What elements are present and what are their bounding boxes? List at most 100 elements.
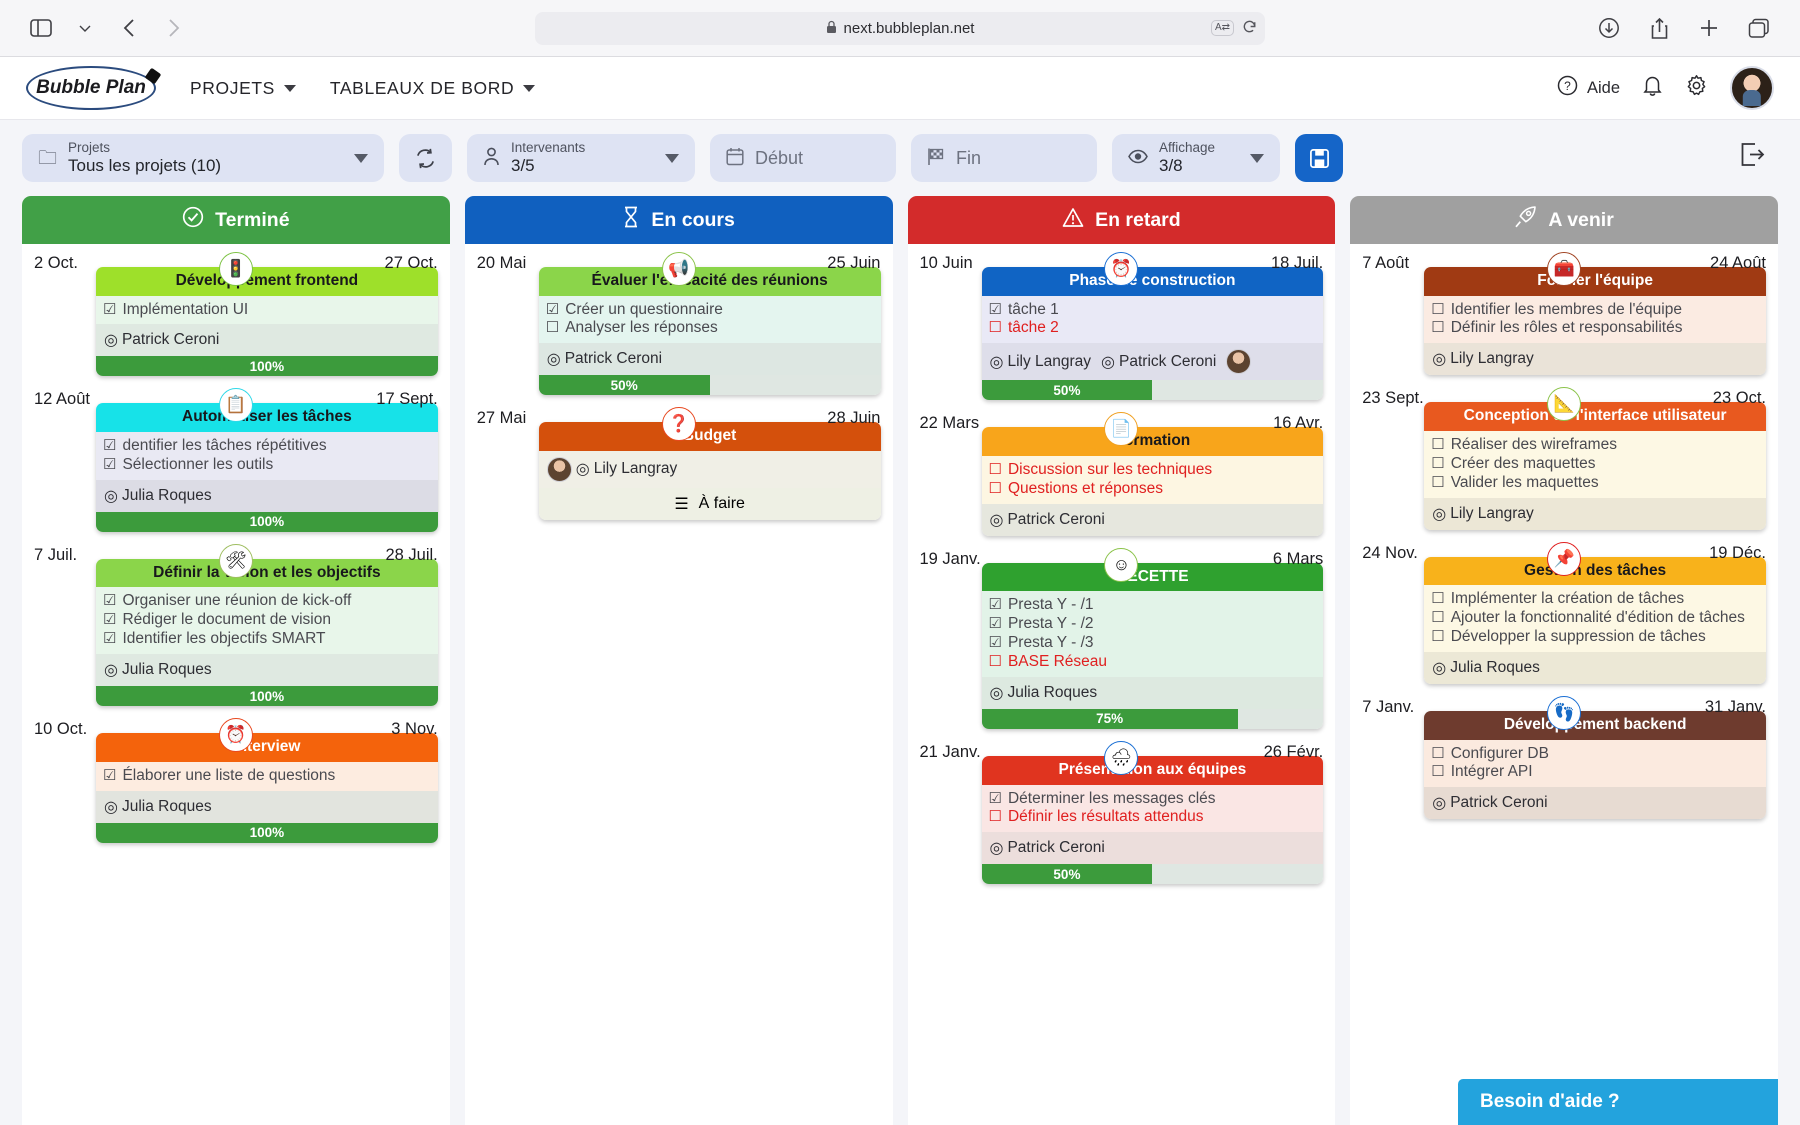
footprints-icon[interactable]: 👣 bbox=[1547, 695, 1582, 730]
checkbox-checked-icon[interactable]: ☑ bbox=[989, 634, 1002, 651]
checkbox-checked-icon[interactable]: ☑ bbox=[103, 456, 116, 473]
checklist-item[interactable]: ☑ Organiser une réunion de kick-off bbox=[103, 592, 431, 611]
checkbox-checked-icon[interactable]: ☑ bbox=[989, 301, 1002, 318]
assignee[interactable]: ◎ Lily Langray bbox=[1432, 349, 1534, 369]
checkbox-empty-icon[interactable]: ☐ bbox=[1431, 609, 1444, 626]
checkbox-checked-icon[interactable]: ☑ bbox=[103, 301, 116, 318]
pushpin-icon[interactable]: 📌 bbox=[1547, 541, 1582, 576]
assignee[interactable]: ◎ Julia Roques bbox=[990, 683, 1098, 703]
task-card[interactable]: RECETTE ☑ Presta Y - /1 ☑ Presta Y - /2 ☑ Pres… bbox=[981, 562, 1324, 729]
assignee[interactable]: ◎ Patrick Ceroni bbox=[547, 349, 662, 369]
filter-affichage[interactable]: Affichage 3/8 bbox=[1112, 134, 1280, 182]
plus-icon[interactable] bbox=[1690, 11, 1728, 45]
reload-icon[interactable] bbox=[1242, 19, 1257, 38]
checkbox-empty-icon[interactable]: ☐ bbox=[1431, 436, 1444, 453]
assignee-avatar[interactable] bbox=[1226, 349, 1252, 375]
help-widget[interactable]: Besoin d'aide ? bbox=[1458, 1079, 1778, 1125]
checkbox-checked-icon[interactable]: ☑ bbox=[989, 596, 1002, 613]
assignee[interactable]: ◎ Patrick Ceroni bbox=[1432, 793, 1547, 813]
checklist-item[interactable]: ☑ dentifier les tâches répétitives bbox=[103, 437, 431, 456]
checkbox-checked-icon[interactable]: ☑ bbox=[989, 615, 1002, 632]
smiley-icon[interactable]: ☺ bbox=[1104, 547, 1139, 582]
checklist-item[interactable]: ☐ Configurer DB bbox=[1431, 745, 1759, 764]
task-card[interactable]: Présentation aux équipes ☑ Déterminer les … bbox=[981, 755, 1324, 885]
checkbox-empty-icon[interactable]: ☐ bbox=[989, 653, 1002, 670]
forward-arrow-icon[interactable] bbox=[154, 11, 192, 45]
task-card[interactable]: Former l'équipe ☐ Identifier les membres d… bbox=[1424, 266, 1766, 376]
column-header-en-retard[interactable]: En retard bbox=[907, 196, 1336, 244]
task-card[interactable]: Évaluer l'efficacité des réunions ☑ Créer … bbox=[538, 266, 881, 396]
task-card[interactable]: Développement backend ☐ Configurer DB ☐ Inté… bbox=[1424, 710, 1766, 820]
checkbox-empty-icon[interactable]: ☐ bbox=[989, 461, 1002, 478]
assignee[interactable]: ◎ Patrick Ceroni bbox=[990, 838, 1105, 858]
filter-debut[interactable]: Début bbox=[710, 134, 896, 182]
tools-icon[interactable]: 🛠 bbox=[218, 543, 253, 578]
checkbox-checked-icon[interactable]: ☑ bbox=[103, 630, 116, 647]
checkbox-empty-icon[interactable]: ☐ bbox=[1431, 745, 1444, 762]
assignee[interactable]: ◎ Patrick Ceroni bbox=[990, 510, 1105, 530]
download-icon[interactable] bbox=[1590, 11, 1628, 45]
question-mark-icon[interactable]: ❓ bbox=[661, 407, 696, 442]
assignee[interactable]: ◎ Lily Langray bbox=[990, 352, 1092, 372]
sidebar-toggle-icon[interactable] bbox=[22, 11, 60, 45]
checklist-item[interactable]: ☐ Discussion sur les techniques bbox=[989, 461, 1317, 480]
checklist-item[interactable]: ☑ Créer un questionnaire bbox=[546, 301, 874, 320]
filter-projets[interactable]: 🗀 Projets Tous les projets (10) bbox=[22, 134, 384, 182]
checkbox-empty-icon[interactable]: ☐ bbox=[1431, 628, 1444, 645]
column-header-a-venir[interactable]: A venir bbox=[1350, 196, 1778, 244]
checklist-item[interactable]: ☐ Ajouter la fonctionnalité d'édition de … bbox=[1431, 609, 1759, 628]
task-card[interactable]: Automatiser les tâches ☑ dentifier les tâc… bbox=[96, 403, 438, 532]
checklist-item[interactable]: ☐ BASE Réseau bbox=[989, 653, 1317, 672]
task-card[interactable]: Budget ◎ Lily Langray ☰ À faire bbox=[538, 422, 881, 520]
back-arrow-icon[interactable] bbox=[110, 11, 148, 45]
assignee[interactable]: ◎ Julia Roques bbox=[1432, 658, 1540, 678]
column-header-en-cours[interactable]: En cours bbox=[464, 196, 893, 244]
checklist-item[interactable]: ☑ tâche 1 bbox=[989, 301, 1317, 320]
task-status-row[interactable]: ☰ À faire bbox=[538, 487, 881, 520]
column-header-termine[interactable]: Terminé bbox=[22, 196, 450, 244]
assignee[interactable]: ◎ Julia Roques bbox=[104, 486, 212, 506]
checklist-item[interactable]: ☑ Sélectionner les outils bbox=[103, 456, 431, 475]
bell-icon[interactable] bbox=[1642, 74, 1663, 102]
checklist-item[interactable]: ☐ Implémenter la création de tâches bbox=[1431, 590, 1759, 609]
assignee[interactable]: ◎ Lily Langray bbox=[1432, 504, 1534, 524]
ruler-pencil-icon[interactable]: 📐 bbox=[1547, 387, 1582, 422]
checklist-item[interactable]: ☑ Presta Y - /1 bbox=[989, 596, 1317, 615]
checklist-item[interactable]: ☐ Définir les résultats attendus bbox=[989, 808, 1317, 827]
checklist-item[interactable]: ☐ Intégrer API bbox=[1431, 763, 1759, 782]
checkbox-checked-icon[interactable]: ☑ bbox=[103, 592, 116, 609]
checklist-item[interactable]: ☐ Valider les maquettes bbox=[1431, 474, 1759, 493]
checklist-item[interactable]: ☑ Identifier les objectifs SMART bbox=[103, 630, 431, 649]
task-card[interactable]: Développement frontend ☑ Implémentation UI… bbox=[96, 266, 438, 377]
assignee[interactable]: ◎ Patrick Ceroni bbox=[1101, 352, 1216, 372]
checklist-item[interactable]: ☑ Élaborer une liste de questions bbox=[103, 767, 431, 786]
checkbox-empty-icon[interactable]: ☐ bbox=[989, 808, 1002, 825]
checkbox-checked-icon[interactable]: ☑ bbox=[546, 301, 559, 318]
filter-intervenants[interactable]: Intervenants 3/5 bbox=[467, 134, 695, 182]
checklist-item[interactable]: ☐ Créer des maquettes bbox=[1431, 455, 1759, 474]
task-card[interactable]: Phase de construction ☑ tâche 1 ☐ tâche 2 ◎ Li… bbox=[981, 266, 1324, 401]
task-card[interactable]: Gestion des tâches ☐ Implémenter la créati… bbox=[1424, 556, 1766, 684]
checkbox-checked-icon[interactable]: ☑ bbox=[103, 611, 116, 628]
translate-icon[interactable]: A⇄ bbox=[1210, 20, 1234, 36]
address-bar[interactable]: next.bubbleplan.net A⇄ bbox=[535, 11, 1265, 45]
assignee[interactable]: ◎ Julia Roques bbox=[104, 660, 212, 680]
export-button[interactable] bbox=[1739, 142, 1778, 174]
traffic-light-icon[interactable]: 🚦 bbox=[218, 252, 253, 286]
checklist-item[interactable]: ☐ Questions et réponses bbox=[989, 480, 1317, 499]
task-card[interactable]: Interview ☑ Élaborer une liste de question… bbox=[96, 733, 438, 843]
checkbox-empty-icon[interactable]: ☐ bbox=[989, 319, 1002, 336]
document-icon[interactable]: 📄 bbox=[1104, 412, 1139, 447]
task-card[interactable]: Conception de l'interface utilisateur ☐ Ré… bbox=[1424, 402, 1766, 530]
megaphone-icon[interactable]: 📢 bbox=[661, 252, 696, 286]
alarm-clock-icon[interactable]: ⏰ bbox=[1104, 252, 1139, 286]
checklist-icon[interactable]: 📋 bbox=[218, 388, 253, 423]
checkbox-empty-icon[interactable]: ☐ bbox=[1431, 319, 1444, 336]
checklist-item[interactable]: ☑ Déterminer les messages clés bbox=[989, 790, 1317, 809]
checklist-item[interactable]: ☐ tâche 2 bbox=[989, 319, 1317, 338]
gear-icon[interactable] bbox=[1685, 74, 1708, 102]
task-card[interactable]: Définir la vision et les objectifs ☑ Organ… bbox=[96, 558, 438, 707]
assignee[interactable]: ◎ Lily Langray bbox=[546, 456, 677, 482]
help-button[interactable]: ? Aide bbox=[1557, 75, 1620, 101]
checkbox-empty-icon[interactable]: ☐ bbox=[1431, 301, 1444, 318]
